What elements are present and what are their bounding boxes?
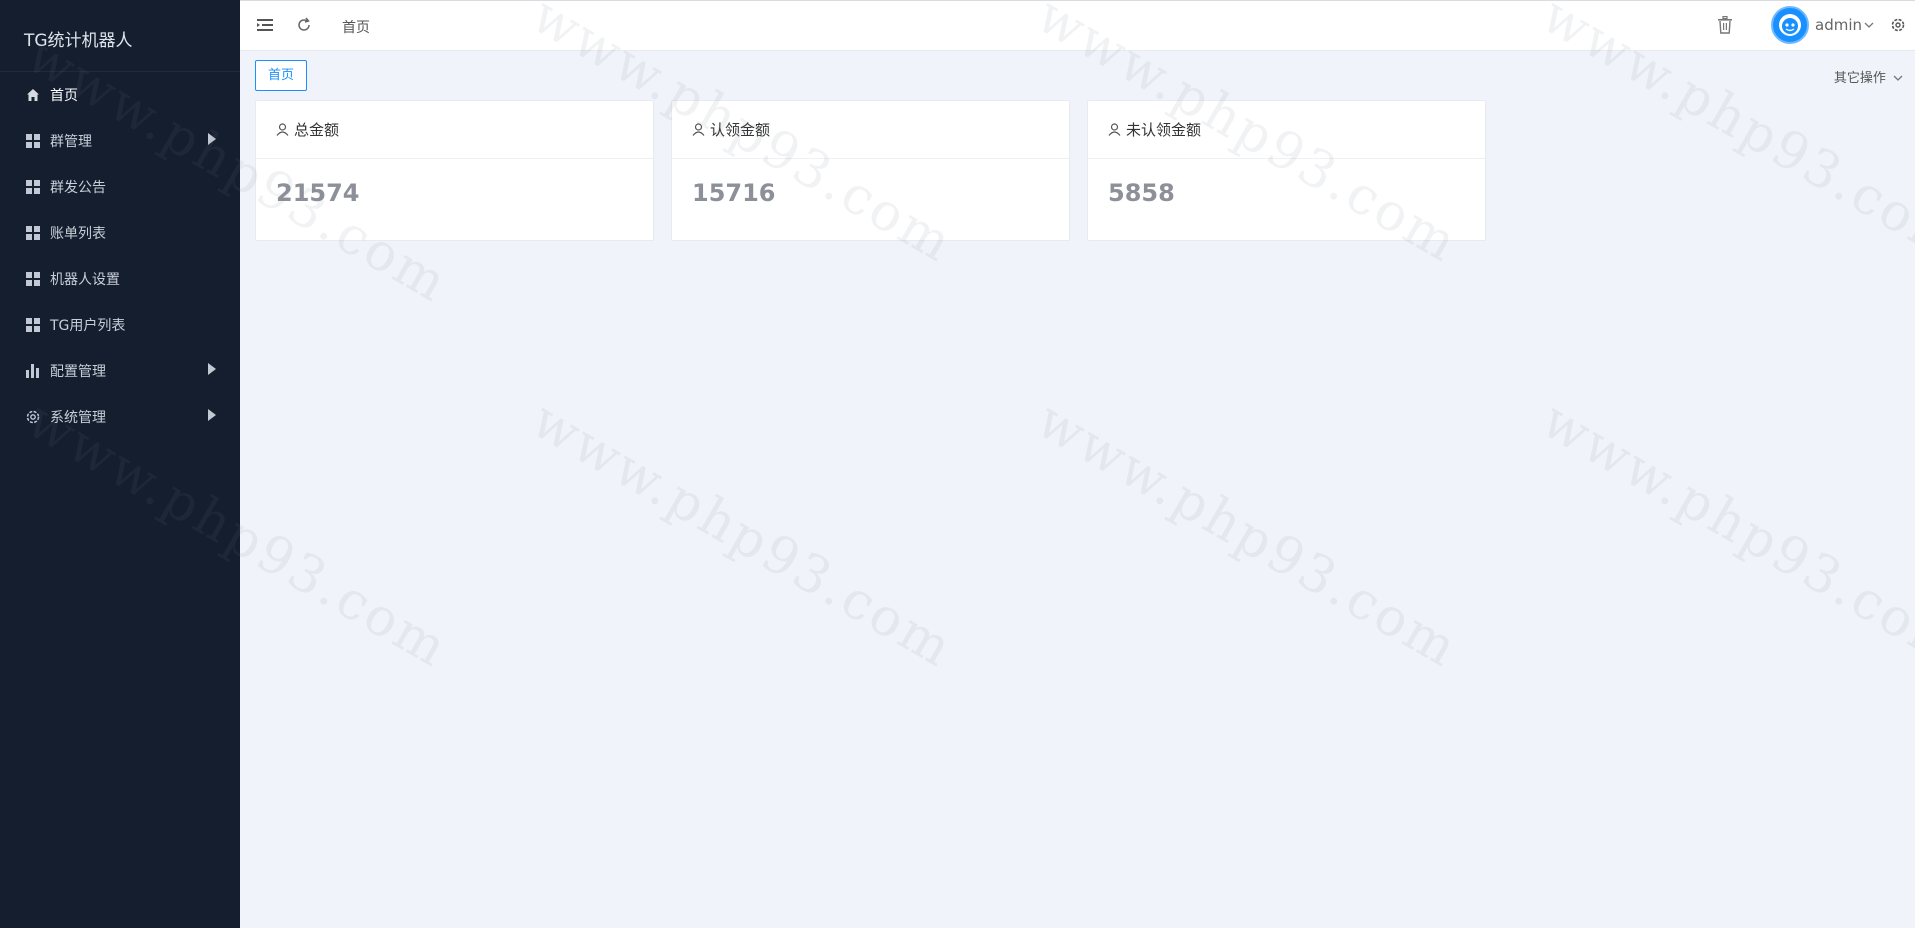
caret-right-icon	[207, 363, 216, 379]
top-bar: 首页 admin	[240, 0, 1915, 51]
card-header: 认领金额	[672, 101, 1069, 159]
refresh-icon[interactable]	[295, 16, 313, 34]
stat-card-total: 总金额 21574	[255, 100, 654, 241]
app-title: TG统计机器人	[0, 0, 240, 72]
card-value: 21574	[276, 179, 360, 207]
trash-icon[interactable]	[1716, 16, 1734, 34]
sidebar: TG统计机器人 首页 群管理 群发公告 账单列表 机器人设置 TG用户列表 配置…	[0, 0, 240, 928]
grid-icon	[25, 317, 41, 333]
caret-right-icon	[207, 133, 216, 149]
user-icon	[276, 123, 289, 136]
card-value: 15716	[692, 179, 776, 207]
card-title: 总金额	[294, 121, 340, 139]
settings-gear-icon[interactable]	[1889, 16, 1907, 34]
user-menu[interactable]: admin	[1771, 6, 1874, 44]
sidebar-item-group-management[interactable]: 群管理	[0, 118, 240, 164]
sidebar-item-label: 机器人设置	[50, 272, 120, 288]
sidebar-item-label: 群发公告	[50, 180, 106, 196]
home-icon	[25, 87, 41, 103]
sidebar-item-label: TG用户列表	[50, 318, 126, 334]
caret-right-icon	[207, 409, 216, 425]
other-operations-dropdown[interactable]: 其它操作	[1834, 67, 1903, 86]
sidebar-item-label: 首页	[50, 88, 78, 104]
card-value: 5858	[1108, 179, 1175, 207]
grid-icon	[25, 271, 41, 287]
card-title: 未认领金额	[1126, 121, 1202, 139]
avatar[interactable]	[1771, 6, 1809, 44]
sidebar-item-broadcast[interactable]: 群发公告	[0, 164, 240, 210]
gear-icon	[25, 409, 41, 425]
user-icon	[692, 123, 705, 136]
other-operations-label: 其它操作	[1833, 71, 1886, 86]
username[interactable]: admin	[1815, 16, 1862, 34]
tab-home[interactable]: 首页	[255, 60, 308, 91]
breadcrumb[interactable]: 首页	[342, 17, 370, 37]
chevron-down-icon	[1864, 22, 1874, 29]
grid-icon	[25, 225, 41, 241]
sidebar-item-home[interactable]: 首页	[0, 72, 240, 118]
tab-bar: 首页 其它操作	[255, 60, 1915, 92]
sidebar-item-label: 配置管理	[50, 364, 106, 380]
card-header: 未认领金额	[1088, 101, 1485, 159]
stat-card-unclaimed: 未认领金额 5858	[1087, 100, 1486, 241]
sidebar-item-label: 系统管理	[50, 410, 106, 426]
card-header: 总金额	[256, 101, 653, 159]
sidebar-item-config[interactable]: 配置管理	[0, 348, 240, 394]
bar-chart-icon	[25, 363, 41, 379]
sidebar-item-label: 账单列表	[50, 226, 106, 242]
sidebar-item-tg-users[interactable]: TG用户列表	[0, 302, 240, 348]
user-icon	[1108, 123, 1121, 136]
sidebar-item-label: 群管理	[50, 134, 92, 150]
card-title: 认领金额	[710, 121, 771, 139]
grid-icon	[25, 133, 41, 149]
sidebar-item-bot-settings[interactable]: 机器人设置	[0, 256, 240, 302]
stat-card-claimed: 认领金额 15716	[671, 100, 1070, 241]
menu-collapse-icon[interactable]	[256, 16, 274, 34]
chevron-down-icon	[1893, 75, 1903, 82]
grid-icon	[25, 179, 41, 195]
sidebar-item-system[interactable]: 系统管理	[0, 394, 240, 440]
main-area: 首页 admin 首页 其它操作 总金额 21574 认领金额 15716 未认…	[240, 0, 1915, 928]
sidebar-item-bills[interactable]: 账单列表	[0, 210, 240, 256]
